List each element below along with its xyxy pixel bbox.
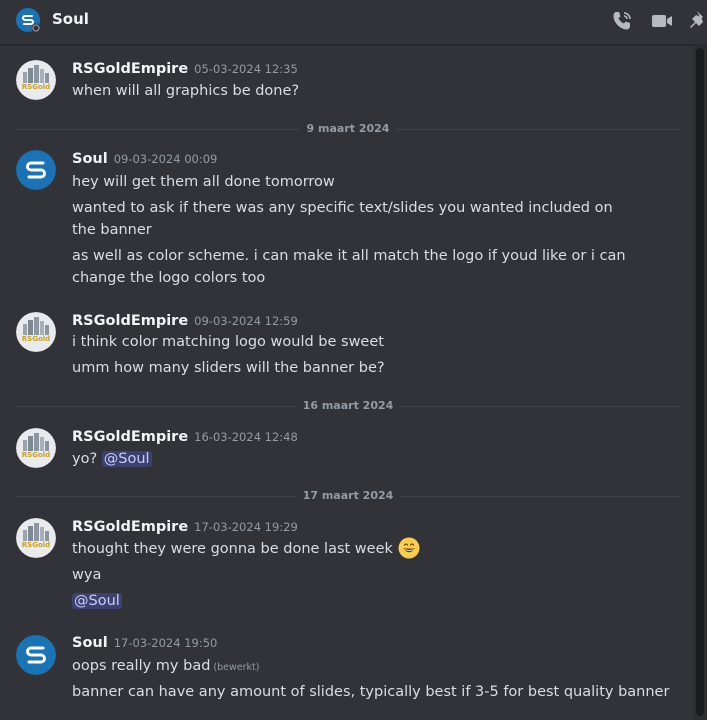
message-text: oops really my bad (bewerkt) xyxy=(72,655,652,679)
author-name[interactable]: RSGoldEmpire xyxy=(72,313,188,329)
message-text: thought they were gonna be done last wee… xyxy=(72,537,652,560)
logo-text: RSGold xyxy=(22,335,50,343)
timestamp: 17-03-2024 19:50 xyxy=(113,636,218,650)
message-text: wanted to ask if there was any specific … xyxy=(72,200,613,238)
message-text: wya xyxy=(72,567,102,583)
logo-text: RSGold xyxy=(22,541,50,549)
timestamp: 16-03-2024 12:48 xyxy=(194,430,298,444)
timestamp: 09-03-2024 00:09 xyxy=(113,152,218,166)
channel-avatar[interactable] xyxy=(16,8,40,32)
user-mention[interactable]: @Soul xyxy=(101,451,152,467)
phone-call-icon[interactable] xyxy=(610,9,634,33)
message-text: umm how many sliders will the banner be? xyxy=(72,360,385,376)
author-name[interactable]: Soul xyxy=(72,635,108,651)
edited-label: (bewerkt) xyxy=(213,662,260,673)
user-avatar[interactable] xyxy=(16,150,56,190)
message-text: when will all graphics be done? xyxy=(72,83,300,99)
user-mention[interactable]: @Soul xyxy=(72,593,122,609)
author-name[interactable]: RSGoldEmpire xyxy=(72,61,188,77)
date-divider-label: 16 maart 2024 xyxy=(296,399,400,412)
message-text: @Soul xyxy=(72,590,652,612)
channel-header: Soul xyxy=(0,0,707,45)
timestamp: 09-03-2024 12:59 xyxy=(194,314,298,328)
message-text-segment: thought they were gonna be done last wee… xyxy=(72,541,393,557)
grinning-emoji-icon[interactable] xyxy=(398,537,420,559)
user-avatar[interactable]: RSGold xyxy=(16,60,56,100)
date-divider-label: 17 maart 2024 xyxy=(296,489,400,502)
message-text: hey will get them all done tomorrow xyxy=(72,174,335,190)
message-text: as well as color scheme. i can make it a… xyxy=(72,248,626,286)
channel-title: Soul xyxy=(52,10,89,28)
user-avatar[interactable]: RSGold xyxy=(16,428,56,468)
logo-text: RSGold xyxy=(22,83,50,91)
timestamp: 17-03-2024 19:29 xyxy=(194,520,298,534)
author-name[interactable]: RSGoldEmpire xyxy=(72,519,188,535)
message-text: banner can have any amount of slides, ty… xyxy=(72,684,670,700)
timestamp: 05-03-2024 12:35 xyxy=(194,62,298,76)
author-name[interactable]: RSGoldEmpire xyxy=(72,429,188,445)
date-divider-label: 9 maart 2024 xyxy=(300,122,396,135)
user-avatar[interactable]: RSGold xyxy=(16,518,56,558)
message-text-segment: oops really my bad xyxy=(72,658,211,674)
author-name[interactable]: Soul xyxy=(72,151,108,167)
logo-text: RSGold xyxy=(22,451,50,459)
user-avatar[interactable]: RSGold xyxy=(16,312,56,352)
message-text: yo? @Soul xyxy=(72,448,652,470)
message-text-segment: yo? xyxy=(72,451,98,467)
video-camera-icon[interactable] xyxy=(650,9,674,33)
pin-icon[interactable] xyxy=(688,9,707,33)
user-avatar[interactable] xyxy=(16,635,56,675)
message-text: i think color matching logo would be swe… xyxy=(72,334,384,350)
scrollbar-thumb[interactable] xyxy=(696,48,704,716)
